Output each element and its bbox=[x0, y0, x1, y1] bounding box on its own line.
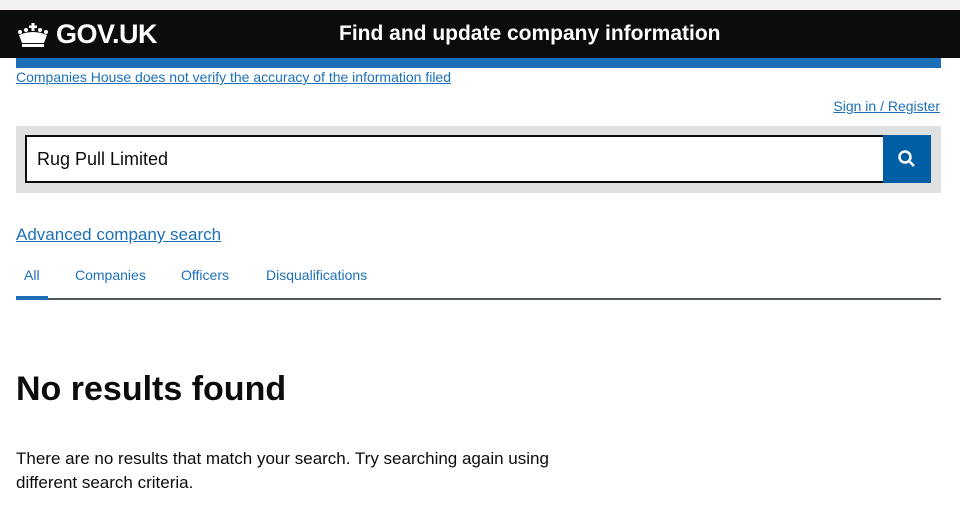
no-results-message: There are no results that match your sea… bbox=[16, 449, 549, 492]
search-button[interactable] bbox=[883, 135, 931, 183]
govuk-logo-link[interactable]: GOV.UK bbox=[16, 19, 158, 50]
site-header: GOV.UK Find and update company informati… bbox=[0, 10, 960, 58]
search-icon bbox=[898, 150, 915, 167]
search-tabs: All Companies Officers Disqualifications bbox=[16, 265, 941, 300]
tab-companies[interactable]: Companies bbox=[75, 267, 146, 283]
sign-in-link[interactable]: Sign in / Register bbox=[833, 98, 940, 114]
logo-text: GOV.UK bbox=[56, 19, 158, 49]
results-heading: No results found bbox=[16, 370, 287, 408]
service-name[interactable]: Find and update company information bbox=[339, 22, 721, 46]
header-blue-bar bbox=[16, 58, 941, 68]
browser-top-strip bbox=[0, 0, 960, 10]
advanced-search-link[interactable]: Advanced company search bbox=[16, 225, 221, 245]
search-input[interactable]: Rug Pull Limited bbox=[25, 135, 885, 183]
crown-icon bbox=[18, 22, 48, 47]
active-tab-indicator bbox=[16, 296, 48, 300]
tab-all[interactable]: All bbox=[24, 267, 40, 283]
tab-disqualifications[interactable]: Disqualifications bbox=[266, 267, 367, 283]
disclaimer-link[interactable]: Companies House does not verify the accu… bbox=[16, 69, 451, 85]
tab-officers[interactable]: Officers bbox=[181, 267, 229, 283]
search-panel: Rug Pull Limited bbox=[16, 126, 941, 193]
